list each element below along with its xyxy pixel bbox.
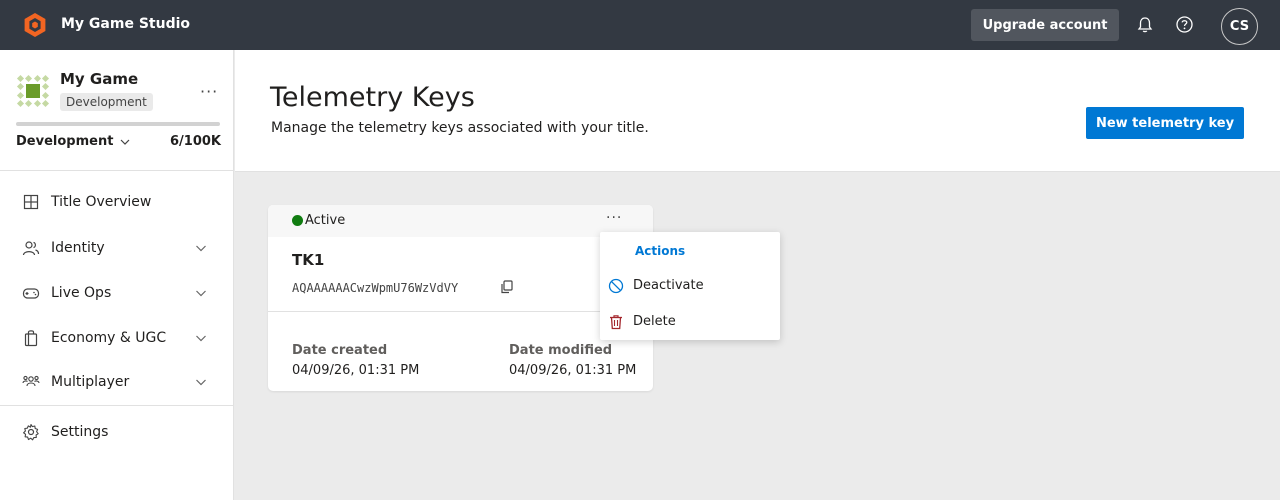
card-divider bbox=[268, 311, 653, 312]
bell-icon[interactable] bbox=[1136, 16, 1154, 34]
date-created-value: 04/09/26, 01:31 PM bbox=[292, 363, 420, 378]
key-name: TK1 bbox=[292, 251, 325, 269]
actions-menu: Actions Deactivate Delete bbox=[600, 232, 780, 340]
sidebar-item-identity[interactable]: Identity bbox=[0, 228, 234, 268]
usage-count: 6/100K bbox=[169, 134, 221, 149]
people-icon bbox=[22, 241, 40, 256]
game-more-icon[interactable]: ··· bbox=[200, 82, 218, 101]
deactivate-menu-item[interactable]: Deactivate bbox=[600, 269, 780, 303]
page-subtitle: Manage the telemetry keys associated wit… bbox=[271, 120, 649, 136]
gear-icon bbox=[23, 423, 39, 441]
sidebar: My Game Development ··· Development 6/10… bbox=[0, 50, 234, 500]
status-dot-icon bbox=[292, 215, 303, 226]
bag-icon bbox=[24, 330, 38, 347]
environment-selector-label: Development bbox=[16, 134, 114, 149]
copy-icon[interactable] bbox=[500, 280, 514, 294]
sidebar-item-label: Live Ops bbox=[51, 285, 112, 301]
chevron-down-icon bbox=[196, 245, 206, 252]
chevron-down-icon bbox=[196, 335, 206, 342]
card-header: Active ··· bbox=[268, 205, 653, 237]
chevron-down-icon bbox=[196, 379, 206, 386]
game-logo-icon bbox=[16, 74, 50, 108]
multiplayer-icon bbox=[22, 375, 40, 387]
gamepad-icon bbox=[22, 288, 40, 299]
status-badge: Active bbox=[305, 213, 346, 228]
usage-progress-bar bbox=[16, 122, 220, 126]
studio-logo-icon[interactable] bbox=[22, 12, 48, 38]
help-icon[interactable] bbox=[1175, 15, 1194, 34]
game-name[interactable]: My Game bbox=[60, 70, 138, 88]
sidebar-item-label: Multiplayer bbox=[51, 374, 130, 390]
user-avatar[interactable]: CS bbox=[1221, 8, 1258, 45]
sidebar-item-multiplayer[interactable]: Multiplayer bbox=[0, 362, 234, 402]
sidebar-divider bbox=[0, 170, 234, 171]
sidebar-item-label: Title Overview bbox=[51, 194, 152, 210]
grid-icon bbox=[23, 194, 39, 210]
environment-badge: Development bbox=[60, 93, 153, 111]
page-title: Telemetry Keys bbox=[270, 82, 475, 113]
delete-menu-item[interactable]: Delete bbox=[600, 305, 780, 339]
page-header: Telemetry Keys Manage the telemetry keys… bbox=[235, 50, 1280, 172]
sidebar-item-economy-ugc[interactable]: Economy & UGC bbox=[0, 318, 234, 358]
delete-label: Delete bbox=[633, 314, 676, 329]
sidebar-item-title-overview[interactable]: Title Overview bbox=[0, 182, 234, 222]
deactivate-label: Deactivate bbox=[633, 278, 704, 293]
sidebar-item-settings[interactable]: Settings bbox=[0, 412, 234, 452]
sidebar-divider bbox=[0, 405, 234, 406]
block-icon bbox=[608, 278, 624, 294]
date-modified-label: Date modified bbox=[509, 343, 613, 358]
environment-selector[interactable]: Development bbox=[16, 134, 131, 149]
sidebar-item-label: Identity bbox=[51, 240, 105, 256]
chevron-down-icon bbox=[196, 290, 206, 297]
date-created-label: Date created bbox=[292, 343, 388, 358]
upgrade-account-button[interactable]: Upgrade account bbox=[971, 9, 1119, 41]
date-modified-value: 04/09/26, 01:31 PM bbox=[509, 363, 637, 378]
sidebar-item-label: Settings bbox=[51, 424, 109, 440]
telemetry-key-card: Active ··· TK1 AQAAAAAACwzWpmU76WzVdVY D… bbox=[268, 205, 653, 391]
key-value: AQAAAAAACwzWpmU76WzVdVY bbox=[292, 281, 459, 295]
new-telemetry-key-button[interactable]: New telemetry key bbox=[1086, 107, 1244, 139]
trash-icon bbox=[610, 315, 622, 330]
studio-name[interactable]: My Game Studio bbox=[61, 16, 190, 32]
sidebar-item-label: Economy & UGC bbox=[51, 330, 167, 346]
card-more-icon[interactable]: ··· bbox=[606, 210, 622, 226]
chevron-down-icon bbox=[121, 139, 130, 145]
sidebar-item-live-ops[interactable]: Live Ops bbox=[0, 273, 234, 313]
actions-menu-header: Actions bbox=[635, 244, 686, 258]
top-bar: My Game Studio Upgrade account CS bbox=[0, 0, 1280, 50]
